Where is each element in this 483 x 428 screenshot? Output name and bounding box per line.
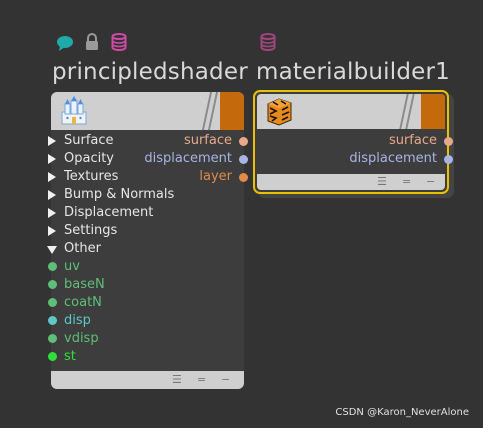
output-label-surface: surface — [388, 133, 437, 148]
expand-arrow-icon[interactable] — [48, 172, 56, 182]
input-uv[interactable]: uv — [48, 258, 168, 276]
expand-arrow-icon[interactable] — [48, 208, 56, 218]
node-flag[interactable] — [220, 92, 244, 130]
node-footer[interactable]: ☰ = − — [51, 371, 244, 389]
speech-bubble-icon[interactable] — [56, 34, 74, 52]
expand-arrow-icon[interactable] — [48, 154, 56, 164]
input-disp[interactable]: disp — [48, 312, 168, 330]
input-connector[interactable] — [48, 316, 57, 325]
output-connector-surface[interactable] — [239, 137, 248, 146]
input-baseN[interactable]: baseN — [48, 276, 168, 294]
input-coatN[interactable]: coatN — [48, 294, 168, 312]
database-icon[interactable] — [259, 33, 277, 51]
folder-settings[interactable]: Settings — [48, 222, 198, 240]
principledshader-node[interactable]: surface displacement layer Surface Opaci… — [47, 92, 248, 389]
node-footer[interactable]: ☰ = − — [257, 174, 445, 190]
menu-icon[interactable]: ☰ — [377, 176, 387, 188]
input-connector[interactable] — [48, 280, 57, 289]
input-connector[interactable] — [48, 298, 57, 307]
watermark: CSDN @Karon_NeverAlone — [335, 407, 469, 418]
expand-arrow-icon[interactable] — [48, 136, 56, 146]
input-connector[interactable] — [48, 352, 57, 361]
node-header[interactable] — [51, 92, 244, 130]
minus-icon[interactable]: − — [221, 374, 230, 386]
input-connector[interactable] — [48, 262, 57, 271]
database-icon[interactable] — [110, 33, 128, 51]
folder-displacement[interactable]: Displacement — [48, 204, 198, 222]
minus-icon[interactable]: − — [426, 176, 435, 188]
node-header[interactable] — [257, 94, 445, 129]
output-label-surface: surface — [183, 133, 232, 148]
node-title-principledshader[interactable]: principledshader — [52, 58, 248, 86]
folder-textures[interactable]: Textures — [48, 168, 168, 186]
output-label-displacement: displacement — [349, 151, 437, 166]
node-flag[interactable] — [421, 94, 445, 129]
output-label-layer: layer — [199, 169, 232, 184]
lock-icon[interactable] — [83, 33, 101, 51]
output-connector-surface[interactable] — [444, 137, 453, 146]
castle-icon — [59, 96, 89, 126]
collapse-arrow-icon[interactable] — [47, 246, 57, 254]
output-connector-layer[interactable] — [239, 173, 248, 182]
input-vdisp[interactable]: vdisp — [48, 330, 168, 348]
folder-bump-normals[interactable]: Bump & Normals — [48, 186, 198, 204]
materialbuilder-node[interactable]: surface displacement ☰ = − — [253, 90, 453, 194]
input-st[interactable]: st — [48, 348, 168, 366]
output-connector-displacement[interactable] — [444, 155, 453, 164]
menu-icon[interactable]: ☰ — [172, 374, 182, 386]
expand-arrow-icon[interactable] — [48, 226, 56, 236]
equals-icon[interactable]: = — [197, 374, 206, 386]
expand-arrow-icon[interactable] — [48, 190, 56, 200]
output-connector-displacement[interactable] — [239, 155, 248, 164]
folder-other[interactable]: Other — [47, 240, 198, 258]
input-connector[interactable] — [48, 334, 57, 343]
folder-opacity[interactable]: Opacity — [48, 150, 168, 168]
equals-icon[interactable]: = — [402, 176, 411, 188]
folder-surface[interactable]: Surface — [48, 132, 168, 150]
node-title-materialbuilder[interactable]: materialbuilder1 — [256, 58, 450, 86]
tiger-texture-icon — [264, 96, 294, 126]
